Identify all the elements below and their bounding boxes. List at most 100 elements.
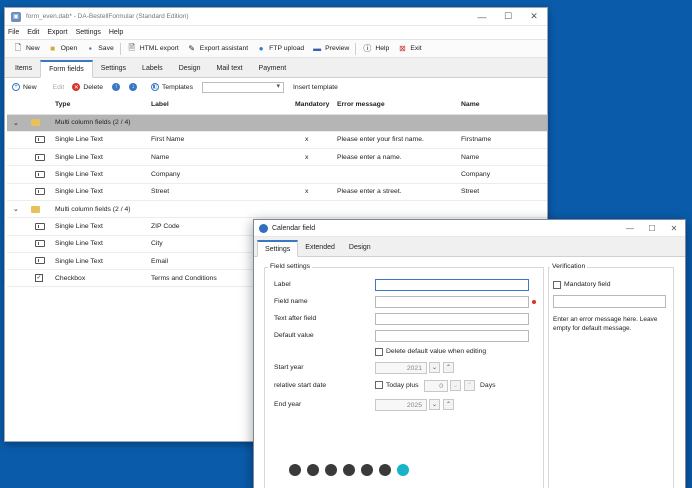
today-plus-input[interactable]: 0	[424, 380, 448, 392]
default-value-input[interactable]	[375, 330, 529, 342]
col-label[interactable]: Label	[147, 96, 291, 115]
label-caption: Label	[274, 281, 291, 288]
cell-name: Company	[457, 165, 547, 184]
menu-help[interactable]: Help	[108, 29, 124, 36]
collapse-toggle[interactable]: ⌄	[7, 114, 51, 132]
field-name-input[interactable]	[375, 296, 529, 308]
today-plus-label: Today plus	[386, 382, 419, 389]
move-up-icon[interactable]: ↑	[111, 83, 120, 91]
delete-icon: ✕	[72, 83, 81, 91]
relative-start-date-caption: relative start date	[274, 382, 327, 389]
error-message-input[interactable]	[553, 295, 666, 308]
html-export-button[interactable]: 🗎 HTML export	[123, 41, 183, 57]
exit-button[interactable]: ⊠ Exit	[393, 41, 425, 57]
close-icon[interactable]: ✕	[521, 8, 547, 25]
insert-template-button[interactable]: Insert template	[290, 84, 341, 91]
move-down-icon[interactable]: ↓	[128, 83, 137, 91]
preview-button[interactable]: ▬ Preview	[308, 41, 353, 57]
table-row[interactable]: Single Line Text Company Company	[7, 165, 547, 184]
menu-settings[interactable]: Settings	[75, 29, 102, 36]
ftp-upload-button[interactable]: ● FTP upload	[252, 41, 308, 57]
col-name[interactable]: Name	[457, 96, 547, 115]
cell-name: Firstname	[457, 131, 547, 150]
new-field-button[interactable]: + New	[9, 83, 40, 91]
save-button[interactable]: ▪ Save	[81, 41, 118, 57]
dialog-tab-settings[interactable]: Settings	[257, 240, 299, 257]
end-year-down-icon[interactable]: ⌄	[429, 399, 440, 410]
end-year-input[interactable]: 2025	[375, 399, 427, 411]
main-tabs: Items Form fields Settings Labels Design…	[5, 58, 547, 78]
carousel-dot[interactable]	[379, 464, 391, 476]
monitor-icon: ▬	[313, 44, 322, 53]
carousel-dot[interactable]	[361, 464, 373, 476]
start-year-down-icon[interactable]: ⌄	[429, 362, 440, 373]
dialog-tabs: Settings Extended Design	[254, 237, 685, 257]
minimize-icon[interactable]: —	[619, 220, 641, 236]
today-plus-checkbox[interactable]	[375, 381, 383, 389]
menu-export[interactable]: Export	[46, 29, 68, 36]
row-icon-cell	[7, 217, 51, 236]
tab-payment[interactable]: Payment	[251, 59, 295, 77]
chevron-down-icon[interactable]: ⌄	[13, 120, 19, 127]
toolbar-divider	[355, 42, 357, 55]
menu-file[interactable]: File	[7, 29, 20, 36]
table-row[interactable]: Single Line Text Name x Please enter a name…	[7, 148, 547, 167]
cell-type: Single Line Text	[51, 165, 147, 184]
group-row[interactable]: ⌄ Multi column fields (2 / 4)	[7, 114, 547, 132]
carousel-dot[interactable]	[325, 464, 337, 476]
edit-field-button[interactable]: Edit	[50, 84, 68, 91]
help-button[interactable]: ⓘ Help	[358, 41, 393, 57]
insert-template-label: Insert template	[292, 83, 338, 91]
carousel-dot[interactable]	[307, 464, 319, 476]
dialog-tab-design[interactable]: Design	[342, 239, 378, 256]
collapse-toggle[interactable]: ⌄	[7, 200, 51, 219]
start-year-input[interactable]: 2021	[375, 362, 427, 374]
col-type[interactable]: Type	[51, 96, 147, 115]
col-mandatory[interactable]: Mandatory	[291, 96, 333, 115]
export-assistant-button[interactable]: ✎ Export assistant	[183, 41, 252, 57]
label-input[interactable]	[375, 279, 529, 291]
dialog-title: Calendar field	[272, 224, 316, 232]
help-label: Help	[375, 45, 390, 52]
close-icon[interactable]: ✕	[663, 220, 685, 236]
delete-field-button[interactable]: ✕ Delete	[69, 83, 106, 91]
save-button-label: Save	[98, 45, 114, 52]
end-year-up-icon[interactable]: ⌃	[443, 399, 454, 410]
tab-items[interactable]: Items	[7, 59, 40, 77]
text-after-field-input[interactable]	[375, 313, 529, 325]
main-toolbar: 🗋 New ■ Open ▪ Save 🗎 HTML export ✎ Export as…	[5, 39, 547, 58]
new-button-label: New	[26, 45, 40, 52]
carousel-dot[interactable]	[289, 464, 301, 476]
table-row[interactable]: Single Line Text First Name x Please enter …	[7, 131, 547, 150]
today-plus-down-icon[interactable]: ⌄	[450, 380, 461, 391]
carousel-dot[interactable]	[397, 464, 409, 476]
today-plus-up-icon[interactable]: ⌃	[464, 380, 475, 391]
open-button[interactable]: ■ Open	[44, 41, 82, 57]
maximize-icon[interactable]: ☐	[495, 8, 521, 25]
text-field-icon	[35, 257, 45, 265]
carousel-dot[interactable]	[343, 464, 355, 476]
help-icon: ⓘ	[363, 44, 372, 53]
new-button[interactable]: 🗋 New	[9, 41, 44, 57]
mandatory-field-checkbox[interactable]	[553, 281, 561, 289]
table-header: Type Label Mandatory Error message Name	[7, 96, 547, 115]
menu-edit[interactable]: Edit	[26, 29, 40, 36]
tab-form-fields[interactable]: Form fields	[40, 60, 93, 78]
table-row[interactable]: Single Line Text Street x Please enter a st…	[7, 183, 547, 201]
chevron-down-icon[interactable]: ⌄	[13, 206, 19, 213]
dialog-tab-extended[interactable]: Extended	[298, 239, 342, 256]
tab-labels[interactable]: Labels	[134, 59, 171, 77]
save-icon: ▪	[88, 44, 92, 53]
maximize-icon[interactable]: ☐	[641, 220, 663, 236]
tab-mail-text[interactable]: Mail text	[208, 59, 250, 77]
tab-settings[interactable]: Settings	[93, 59, 134, 77]
checkbox-field-icon: ✓	[35, 274, 43, 283]
start-year-up-icon[interactable]: ⌃	[443, 362, 454, 373]
col-error[interactable]: Error message	[333, 96, 457, 115]
delete-default-checkbox[interactable]	[375, 348, 383, 356]
group-row[interactable]: ⌄ Multi column fields (2 / 4)	[7, 200, 547, 219]
tab-design[interactable]: Design	[171, 59, 209, 77]
templates-dropdown[interactable]	[201, 81, 284, 93]
minimize-icon[interactable]: —	[469, 8, 495, 25]
exit-label: Exit	[410, 45, 422, 52]
